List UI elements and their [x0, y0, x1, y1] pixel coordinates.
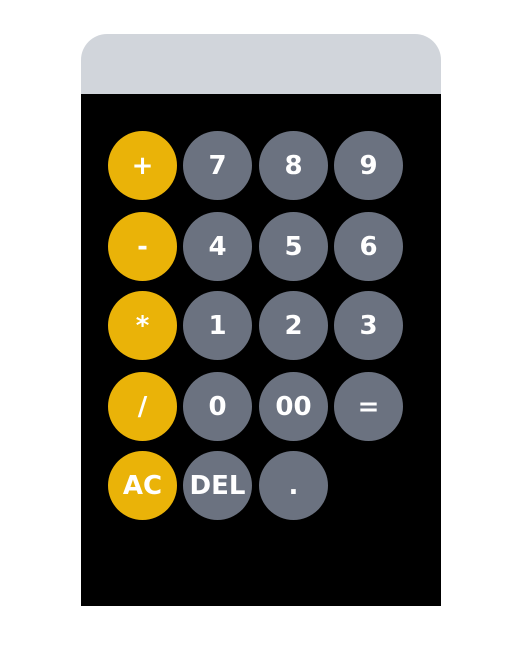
nine-button[interactable]: 9 — [334, 131, 403, 200]
delete-button[interactable]: DEL — [183, 451, 252, 520]
seven-button[interactable]: 7 — [183, 131, 252, 200]
multiply-button[interactable]: * — [108, 291, 177, 360]
calculator-display — [81, 34, 441, 94]
calculator: + 7 8 9 - 4 5 6 * 1 2 3 / 0 00 = AC DEL … — [81, 34, 441, 606]
three-button[interactable]: 3 — [334, 291, 403, 360]
two-button[interactable]: 2 — [259, 291, 328, 360]
minus-button[interactable]: - — [108, 212, 177, 281]
one-button[interactable]: 1 — [183, 291, 252, 360]
four-button[interactable]: 4 — [183, 212, 252, 281]
double-zero-button[interactable]: 00 — [259, 372, 328, 441]
all-clear-button[interactable]: AC — [108, 451, 177, 520]
divide-button[interactable]: / — [108, 372, 177, 441]
decimal-point-button[interactable]: . — [259, 451, 328, 520]
zero-button[interactable]: 0 — [183, 372, 252, 441]
plus-button[interactable]: + — [108, 131, 177, 200]
five-button[interactable]: 5 — [259, 212, 328, 281]
six-button[interactable]: 6 — [334, 212, 403, 281]
equals-button[interactable]: = — [334, 372, 403, 441]
keypad: + 7 8 9 - 4 5 6 * 1 2 3 / 0 00 = AC DEL … — [81, 94, 441, 606]
eight-button[interactable]: 8 — [259, 131, 328, 200]
